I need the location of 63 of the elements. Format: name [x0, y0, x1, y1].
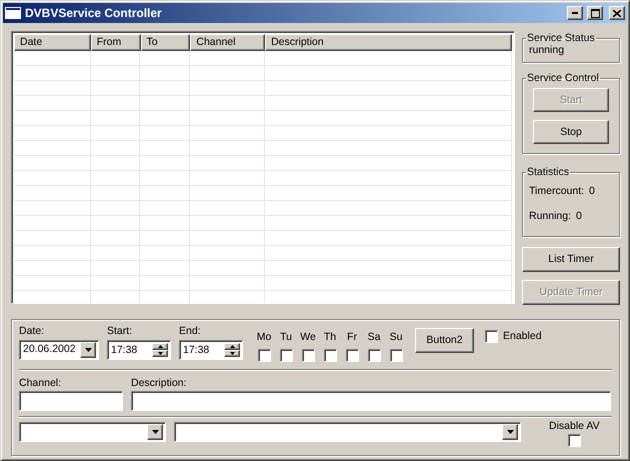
caret-icon [506, 430, 514, 434]
checkbox-label: Enabled [503, 330, 542, 343]
field-label: Start: [107, 325, 134, 338]
close-button[interactable] [609, 6, 625, 20]
spin-up-button[interactable] [152, 342, 168, 350]
day-label: Fr [347, 331, 357, 344]
field-label: Channel: [19, 376, 62, 390]
stat-value: 0 [589, 185, 595, 198]
checkbox[interactable] [485, 330, 498, 343]
day-label: Tu [280, 331, 292, 344]
status-text: running [529, 44, 564, 56]
maximize-button[interactable] [587, 6, 603, 20]
dropdown[interactable] [19, 422, 166, 442]
description-field[interactable] [131, 391, 611, 412]
checkbox[interactable] [568, 434, 581, 447]
down-arrow-icon [158, 352, 162, 355]
column-header[interactable]: Description [265, 34, 512, 51]
field-label: Description: [131, 376, 188, 390]
day-label: Su [390, 331, 402, 344]
checkbox[interactable] [324, 348, 336, 362]
checkbox[interactable] [390, 348, 402, 362]
down-arrow-icon [230, 352, 234, 355]
maximize-icon [590, 8, 600, 18]
list-timer-button[interactable]: List Timer [522, 247, 620, 272]
spin-up-button[interactable] [224, 342, 240, 350]
checkbox[interactable] [346, 348, 358, 362]
group-title: Service Control [526, 72, 600, 84]
window-icon [5, 7, 21, 19]
up-arrow-icon [158, 344, 162, 348]
day-label: Sa [368, 331, 380, 344]
caret-icon [152, 430, 158, 434]
up-arrow-icon [230, 344, 234, 348]
field-label: Date: [19, 325, 46, 338]
start-time-field[interactable]: 17:38 [107, 340, 171, 360]
close-icon [613, 10, 621, 16]
caret-icon [84, 348, 92, 352]
column-header[interactable]: To [140, 34, 190, 51]
day-label: We [300, 331, 316, 344]
day-label: Mo [256, 331, 272, 344]
group-title: Statistics [526, 166, 570, 178]
stat-label: Timercount: [529, 185, 584, 198]
checkbox[interactable] [302, 348, 314, 362]
checkbox[interactable] [258, 348, 270, 362]
checkbox[interactable] [368, 348, 380, 362]
column-header[interactable]: From [90, 34, 141, 51]
minimize-icon [572, 12, 578, 14]
window-title: DVBVService Controller [25, 6, 163, 20]
date-dropdown[interactable]: 20.06.2002 [19, 340, 99, 360]
button[interactable]: Button2 [415, 328, 474, 353]
group-title: Service Status [526, 32, 596, 44]
stat-value: 0 [576, 210, 582, 222]
column-header[interactable]: Channel [190, 34, 266, 51]
checkbox-label: Disable AV [549, 420, 600, 433]
stop-button[interactable]: Stop [533, 120, 609, 144]
checkbox[interactable] [280, 348, 292, 362]
day-label: Th [324, 331, 336, 344]
dropdown[interactable] [174, 422, 521, 442]
field-label: End: [179, 325, 202, 338]
column-header[interactable]: Date [14, 34, 91, 51]
end-time-field[interactable]: 17:38 [179, 340, 243, 360]
stat-label: Running: [529, 210, 572, 222]
minimize-button[interactable] [567, 6, 583, 20]
channel-field[interactable] [19, 391, 123, 412]
